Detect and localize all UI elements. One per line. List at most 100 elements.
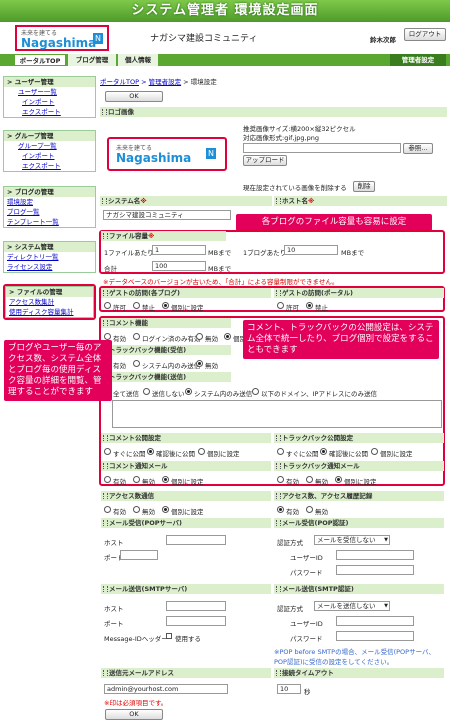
from-input[interactable]: admin@yourhost.com: [104, 684, 228, 694]
smtp-user-input[interactable]: [336, 616, 414, 626]
page-banner: システム管理者 環境設定画面: [0, 0, 450, 22]
comment-login-label: ログイン済のみ有効: [142, 335, 201, 343]
msgid-use-label: 使用する: [175, 635, 201, 643]
guest-portal-allow-radio[interactable]: [277, 302, 284, 309]
crumb-admin[interactable]: 管理者設定: [149, 78, 182, 86]
tb-pub-confirm-radio[interactable]: [320, 448, 327, 455]
tb-recv-invalid-radio[interactable]: [196, 360, 203, 367]
sidebar-item-group-export[interactable]: エクスポート: [4, 161, 95, 171]
sidebar-item-user-import[interactable]: インポート: [4, 97, 95, 107]
comment-mail-valid-radio[interactable]: [104, 476, 111, 483]
section-mail-pop-auth: メール受信(POP認証): [274, 518, 444, 528]
tb-mail-invalid-label: 無効: [315, 478, 328, 486]
ok-button-top[interactable]: OK: [105, 91, 163, 102]
guest-blog-forbid-radio[interactable]: [133, 302, 140, 309]
timeout-input[interactable]: 10: [277, 684, 301, 694]
db-version-note: ※データベースのバージョンが古いため、「合計」による容量制限ができません。: [103, 278, 339, 286]
tb-send-domain-textarea[interactable]: [112, 400, 442, 428]
sidebar-item-blog-list[interactable]: ブログ一覧: [4, 207, 95, 217]
msgid-label: Message-IDヘッダー: [104, 635, 168, 643]
tab-portal[interactable]: ポータルTOP: [14, 54, 66, 66]
comment-mail-indiv-radio[interactable]: [162, 476, 169, 483]
sidebar-item-license[interactable]: ライセンス設定: [4, 262, 95, 272]
pop-user-input[interactable]: [336, 550, 414, 560]
sidebar-item-directory[interactable]: ディレクトリ一覧: [4, 252, 95, 262]
logo-file-input[interactable]: [243, 143, 401, 153]
tb-send-system-radio[interactable]: [185, 388, 192, 395]
logo[interactable]: 未来を建てる Nagashima N: [15, 25, 109, 51]
tb-mail-invalid-radio[interactable]: [306, 476, 313, 483]
per-file-input[interactable]: 1: [152, 245, 206, 255]
tab-personal[interactable]: 個人情報: [118, 54, 158, 66]
logout-button[interactable]: ログアウト: [404, 28, 446, 41]
access-log-invalid-label: 無効: [315, 508, 328, 516]
ok-button-bottom[interactable]: OK: [105, 709, 163, 720]
delete-button[interactable]: 削除: [353, 181, 375, 192]
pop-auth-select[interactable]: メールを受信しない: [314, 535, 390, 545]
comment-pub-now-radio[interactable]: [104, 448, 111, 455]
crumb-current: > 環境設定: [181, 78, 217, 86]
comment-valid-radio[interactable]: [104, 333, 111, 340]
access-valid-label: 有効: [113, 508, 126, 516]
comment-pub-indiv-radio[interactable]: [198, 448, 205, 455]
sidebar-item-access[interactable]: アクセス数集計: [6, 297, 93, 307]
section-from: 送信元メールアドレス: [101, 668, 271, 678]
tb-mail-indiv-radio[interactable]: [335, 476, 342, 483]
comment-pub-confirm-radio[interactable]: [147, 448, 154, 455]
access-valid-radio[interactable]: [104, 506, 111, 513]
logo-preview-name: Nagashima: [116, 151, 192, 165]
access-indiv-radio[interactable]: [162, 506, 169, 513]
sidebar-item-template-list[interactable]: テンプレート一覧: [4, 217, 95, 227]
pop-port-input[interactable]: [120, 550, 158, 560]
sidebar-item-user-export[interactable]: エクスポート: [4, 107, 95, 117]
tb-send-domain-radio[interactable]: [252, 388, 259, 395]
tb-pub-now-radio[interactable]: [277, 448, 284, 455]
smtp-pass-input[interactable]: [336, 631, 414, 641]
comment-invalid-radio[interactable]: [196, 333, 203, 340]
tb-recv-system-radio[interactable]: [133, 360, 140, 367]
comment-indiv-radio[interactable]: [224, 333, 231, 340]
guest-blog-indiv-radio[interactable]: [162, 302, 169, 309]
section-mail-pop: メール受信(POPサーバ): [101, 518, 271, 528]
msgid-checkbox[interactable]: [166, 633, 172, 639]
sidebar-item-group-list[interactable]: グループ一覧: [4, 141, 95, 151]
section-tb-pub: トラックバック公開設定: [274, 433, 444, 443]
access-invalid-radio[interactable]: [133, 506, 140, 513]
guest-portal-forbid-radio[interactable]: [306, 302, 313, 309]
smtp-note: ※POP before SMTPの場合、メール受信(POPサーバ、POP認証)に…: [274, 648, 436, 666]
sidebar-item-env[interactable]: 環境設定: [4, 197, 95, 207]
access-log-valid-radio[interactable]: [277, 506, 284, 513]
guest-blog-allow-radio[interactable]: [104, 302, 111, 309]
callout-comment-settings: コメント、トラックバックの公開設定は、システム全体で統一したり、ブログ個別で設定…: [243, 320, 439, 359]
sidebar-item-disk[interactable]: 使用ディスク容量集計: [6, 307, 93, 317]
sidebar-item-user-list[interactable]: ユーザー一覧: [4, 87, 95, 97]
tab-admin[interactable]: 管理者設定: [390, 54, 446, 66]
tb-send-none-radio[interactable]: [143, 388, 150, 395]
pop-pass-input[interactable]: [336, 565, 414, 575]
system-name-input[interactable]: ナガシマ建設コミュニティ: [103, 210, 231, 220]
section-host-name: ホスト名※: [274, 196, 447, 206]
total-input[interactable]: 100: [152, 261, 206, 271]
smtp-port-input[interactable]: [166, 616, 226, 626]
tb-recv-valid-label: 有効: [113, 362, 126, 370]
upload-button[interactable]: アップロード: [243, 155, 287, 166]
logo-name: Nagashima: [21, 36, 97, 50]
smtp-host-input[interactable]: [166, 601, 226, 611]
callout-file-capacity: 各ブログのファイル容量も容易に設定: [236, 214, 432, 231]
tb-mail-valid-radio[interactable]: [277, 476, 284, 483]
pop-host-input[interactable]: [166, 535, 226, 545]
crumb-portal[interactable]: ポータルTOP: [100, 78, 139, 86]
tb-pub-indiv-radio[interactable]: [371, 448, 378, 455]
sidebar-item-group-import[interactable]: インポート: [4, 151, 95, 161]
per-blog-input[interactable]: 10: [284, 245, 338, 255]
comment-mail-invalid-radio[interactable]: [133, 476, 140, 483]
system-name-heading: システム名: [108, 197, 141, 205]
comment-login-radio[interactable]: [133, 333, 140, 340]
browse-button[interactable]: 参照...: [403, 143, 433, 154]
timeout-unit: 秒: [304, 688, 311, 696]
tab-blog[interactable]: ブログ管理: [68, 54, 116, 66]
access-log-invalid-radio[interactable]: [306, 506, 313, 513]
guest-portal-forbid-label: 禁止: [315, 304, 328, 312]
smtp-auth-select[interactable]: メールを送信しない: [314, 601, 390, 611]
tb-pub-indiv-label: 個別に設定: [380, 450, 413, 458]
